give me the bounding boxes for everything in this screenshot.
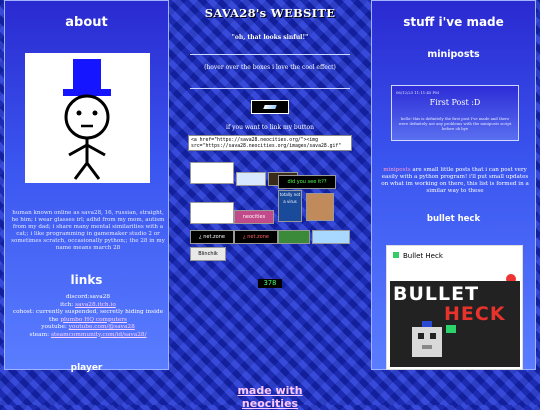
links-title: links [70, 273, 103, 287]
button-neocities[interactable]: neocities [234, 210, 274, 224]
link-steam: steam: steamcommunity.com/id/sava28/ [29, 331, 147, 338]
minipost-date: 06/12/23 11:11:45 PM [396, 90, 439, 95]
button-light-blue[interactable] [312, 230, 350, 244]
about-panel: about human known online as sava28, 16, … [4, 0, 169, 373]
link-itch: itch: sava28.itch.io [60, 301, 116, 308]
hit-counter: 378 [258, 279, 282, 288]
button-blinchik[interactable]: Blinchik [190, 247, 226, 261]
divider [190, 88, 350, 89]
plumbo-link[interactable]: plumbo HQ computers [60, 317, 127, 323]
robot-character-icon [412, 321, 456, 357]
button-did-you-see-it[interactable]: did you see it?? [278, 175, 336, 189]
game-icon [393, 252, 399, 258]
button-zone-2[interactable]: ¿ net.zone [234, 230, 278, 244]
about-text: human known online as sava28, 16, russia… [11, 210, 165, 251]
itch-link[interactable]: sava28.itch.io [75, 302, 116, 308]
bullet-heck-card[interactable]: Bullet Heck BULLET HECK [386, 245, 523, 370]
main-column: SAVA28's WEBSITE "oh, that looks sinful!… [174, 0, 366, 410]
button-dog[interactable] [306, 193, 334, 221]
cover-title-bullet: BULLET [393, 283, 480, 305]
link-note: if you want to link my button [226, 124, 314, 131]
minipost-card[interactable]: 06/12/23 11:11:45 PM First Post :D hello… [391, 85, 519, 141]
links-list: discord:sava28 itch: sava28.itch.io coho… [9, 294, 167, 339]
link-youtube: youtube: youtube.com/@sava28 [41, 324, 135, 330]
miniposts-description: miniposts are small little posts that i … [381, 167, 529, 194]
button-face[interactable] [190, 202, 234, 224]
avatar [25, 53, 150, 183]
embed-code-box[interactable]: <a href="https://sava28.neocities.org/">… [188, 135, 352, 151]
button-cyan-blob[interactable]: totally not a virus [278, 190, 302, 222]
site-title: SAVA28's WEBSITE [204, 6, 336, 20]
link-discord: discord:sava28 [65, 294, 111, 300]
bullet-heck-cover: BULLET HECK [390, 281, 520, 367]
about-title: about [65, 15, 108, 30]
button-placeholder[interactable] [190, 162, 234, 184]
minipost-body: hello! this is definitely the first post… [398, 116, 512, 131]
made-with-neocities-link[interactable]: made with neocities [214, 384, 326, 410]
hover-note: (hover over the boxes i love the cool ef… [204, 64, 336, 71]
minipost-title: First Post :D [429, 98, 481, 107]
miniposts-link[interactable]: miniposts [383, 167, 410, 173]
link-cohost: cohost: currently suspended, secretly hi… [12, 309, 164, 323]
tagline: "oh, that looks sinful!" [231, 34, 309, 41]
steam-link[interactable]: steamcommunity.com/id/sava28/ [51, 332, 147, 338]
player-title: player [70, 363, 103, 373]
stuff-title: stuff i've made [403, 15, 504, 29]
miniposts-title: miniposts [427, 49, 480, 60]
youtube-link[interactable]: youtube.com/@sava28 [69, 324, 135, 330]
bullet-heck-title: bullet heck [426, 214, 481, 224]
site-button[interactable] [251, 100, 289, 114]
button-colorful[interactable] [278, 230, 310, 244]
button-arrow[interactable] [236, 172, 266, 186]
stick-figure-top-hat-icon [63, 59, 111, 180]
divider [190, 54, 350, 55]
button-zone-1[interactable]: ¿ net.zone [190, 230, 234, 244]
bullet-heck-header: Bullet Heck [393, 252, 443, 260]
projects-panel: stuff i've made miniposts 06/12/23 11:11… [371, 0, 536, 370]
